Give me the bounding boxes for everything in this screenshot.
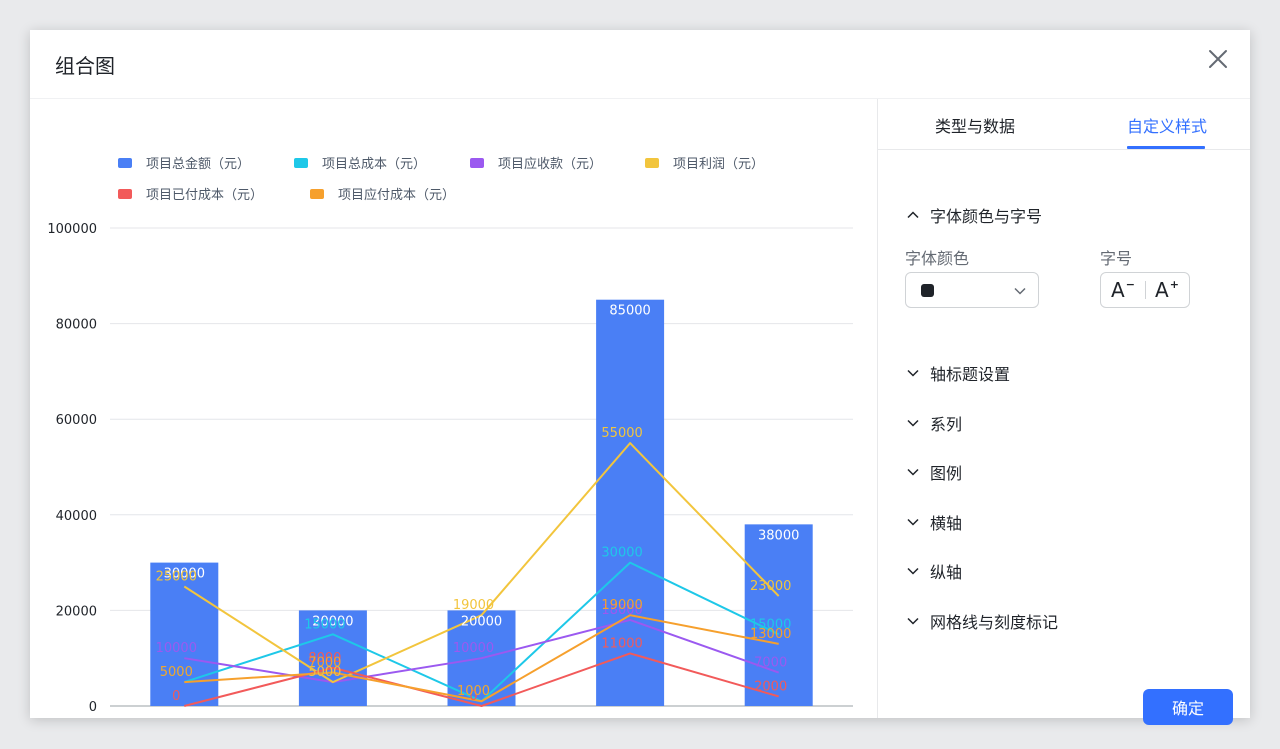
tab-custom-style[interactable]: 自定义样式	[1127, 113, 1207, 137]
chart-area: 020000400006000080000100000集团开发外包项目集团设计外…	[30, 99, 877, 718]
tab-bar: 类型与数据 自定义样式	[878, 99, 1250, 150]
chevron-down-icon	[907, 518, 919, 526]
decrease-label: A	[1111, 278, 1125, 302]
increase-font-size-button[interactable]: A +	[1145, 273, 1189, 307]
y-tick-label: 80000	[56, 318, 97, 333]
legend-swatch	[645, 158, 659, 168]
section-title: 网格线与刻度标记	[930, 613, 1059, 632]
color-swatch	[921, 284, 934, 297]
chart-settings-dialog: 组合图 020000400006000080000100000集团开发外包项目集…	[30, 30, 1250, 725]
data-label: 1000	[457, 684, 490, 699]
dialog-title: 组合图	[55, 54, 115, 78]
combo-chart: 020000400006000080000100000集团开发外包项目集团设计外…	[47, 156, 853, 715]
data-label: 55000	[601, 426, 642, 441]
legend-swatch	[294, 158, 308, 168]
chevron-down-icon	[907, 617, 919, 625]
legend-swatch	[470, 158, 484, 168]
dialog-header: 组合图	[30, 30, 1250, 99]
section-title: 图例	[930, 464, 963, 483]
legend-label: 项目总金额（元）	[146, 156, 250, 172]
data-label: 0	[172, 689, 180, 704]
chevron-down-icon	[907, 567, 919, 575]
section-x-axis[interactable]: 横轴	[906, 510, 962, 534]
decrease-font-size-button[interactable]: A −	[1101, 273, 1145, 307]
data-label: 85000	[609, 304, 650, 319]
confirm-button[interactable]: 确定	[1143, 689, 1233, 725]
data-label: 10000	[453, 641, 494, 656]
font-size-stepper: A − A +	[1100, 272, 1190, 308]
data-label: 2000	[754, 679, 787, 694]
legend-label: 项目利润（元）	[673, 157, 764, 172]
data-label: 23000	[750, 579, 791, 594]
close-icon[interactable]	[1206, 47, 1230, 71]
chevron-down-icon	[907, 419, 919, 427]
section-title: 轴标题设置	[930, 365, 1011, 384]
font-color-label: 字体颜色	[905, 249, 970, 268]
data-label: 20000	[461, 614, 502, 629]
chevron-up-icon	[907, 211, 919, 219]
section-legend[interactable]: 图例	[906, 460, 962, 484]
data-label: 7000	[754, 656, 787, 671]
settings-panel: 类型与数据 自定义样式 字体颜色与字号 字体颜色 字号 A − A + 轴标题设置	[878, 99, 1250, 725]
legend-label: 项目应付成本（元）	[338, 187, 455, 203]
data-label: 11000	[601, 636, 642, 651]
y-tick-label: 60000	[56, 413, 97, 428]
section-axis-title[interactable]: 轴标题设置	[906, 361, 1010, 385]
data-label: 19000	[453, 598, 494, 613]
data-label: 38000	[758, 528, 799, 543]
data-label: 25000	[156, 570, 197, 585]
chevron-down-icon	[907, 369, 919, 377]
section-y-axis[interactable]: 纵轴	[906, 559, 962, 583]
legend-label: 项目应收款（元）	[498, 156, 602, 172]
data-label: 7000	[308, 656, 341, 671]
y-tick-label: 40000	[56, 509, 97, 524]
increase-label: A	[1155, 278, 1169, 302]
data-label: 19000	[601, 598, 642, 613]
decrease-mark: −	[1125, 277, 1135, 291]
data-label: 15000	[304, 617, 345, 632]
active-tab-indicator	[1127, 146, 1205, 149]
section-series[interactable]: 系列	[906, 411, 962, 435]
y-tick-label: 20000	[56, 604, 97, 619]
data-label: 10000	[156, 641, 197, 656]
legend-swatch	[118, 158, 132, 168]
chevron-down-icon	[1014, 287, 1026, 295]
data-label: 30000	[601, 546, 642, 561]
legend-label: 项目总成本（元）	[322, 157, 426, 172]
font-color-select[interactable]	[905, 272, 1039, 308]
section-gridlines-ticks[interactable]: 网格线与刻度标记	[906, 609, 1058, 633]
legend-swatch	[118, 189, 132, 199]
section-title: 字体颜色与字号	[930, 207, 1043, 226]
section-font-color-size[interactable]: 字体颜色与字号	[906, 203, 1042, 227]
font-size-label: 字号	[1100, 249, 1133, 268]
y-tick-label: 0	[89, 700, 97, 715]
section-title: 横轴	[930, 514, 963, 533]
y-tick-label: 100000	[47, 222, 97, 237]
data-label: 13000	[750, 627, 791, 642]
tab-type-and-data[interactable]: 类型与数据	[935, 113, 1015, 137]
increase-mark: +	[1169, 277, 1179, 291]
data-label: 5000	[160, 665, 193, 680]
chevron-down-icon	[907, 468, 919, 476]
legend-label: 项目已付成本（元）	[146, 188, 263, 203]
section-title: 系列	[930, 415, 963, 434]
section-title: 纵轴	[930, 563, 963, 582]
legend-swatch	[310, 189, 324, 199]
